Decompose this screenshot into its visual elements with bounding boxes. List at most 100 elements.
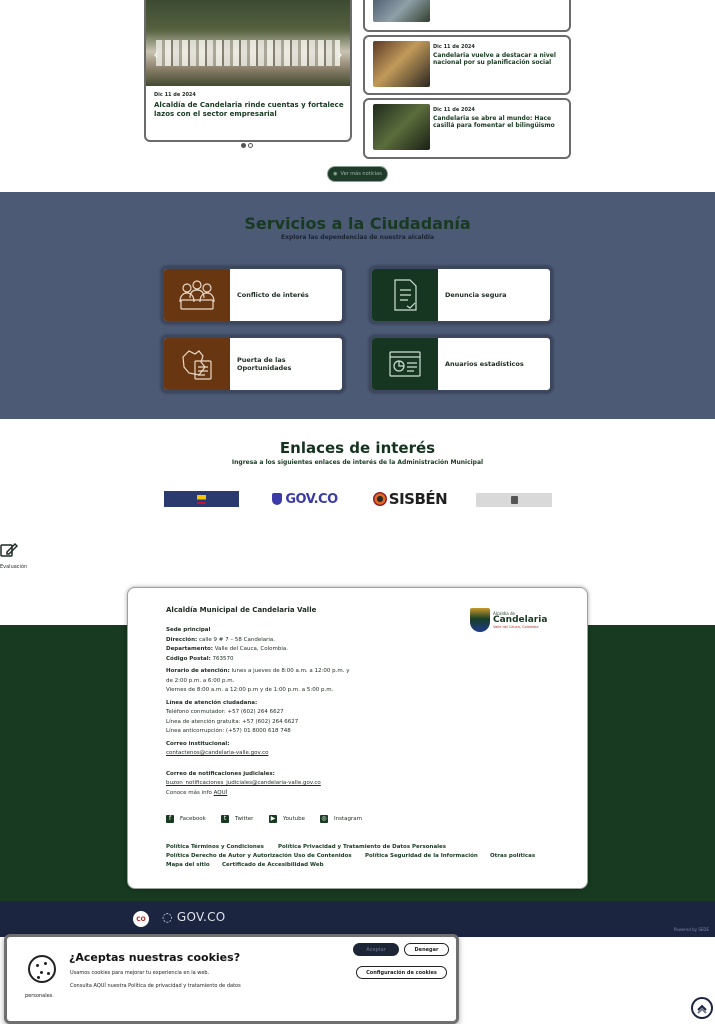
policy-security-link[interactable]: Política Seguridad de la Información [365, 853, 478, 859]
edit-icon [0, 542, 19, 557]
hours-label: Horario de atención: [166, 668, 230, 674]
email-heading: Correo institucional: [166, 740, 230, 747]
slider-title[interactable]: Alcaldía de Candelaria rinde cuentas y f… [154, 101, 344, 119]
cookie-settings-button[interactable]: Configuración de cookies [356, 966, 447, 979]
policy-other-link[interactable]: Otras políticas [490, 853, 535, 859]
social-label: Youtube [283, 816, 305, 822]
youtube-link[interactable]: ▶ Youtube [269, 815, 305, 823]
address-label: Dirección: [166, 636, 198, 643]
service-label: Conflicto de interés [237, 291, 309, 299]
slider-dot[interactable] [241, 143, 246, 148]
footer-entity-name: Alcaldía Municipal de Candelaria Valle [166, 606, 317, 614]
sisben-logo-link[interactable]: SISBÉN [371, 489, 449, 509]
accessibility-certificate-link[interactable]: Certificado de Accesibilidad Web [222, 862, 324, 868]
service-card-oportunidades[interactable]: Puerta de las Oportunidades [161, 335, 345, 393]
news-card-title[interactable]: Candelaria se abre al mundo: Hace casill… [433, 115, 563, 129]
news-card-date: Dic 11 de 2024 [433, 44, 475, 50]
instagram-link[interactable]: ◎ Instagram [320, 815, 362, 823]
govco-logo-link[interactable]: GOV.CO [266, 489, 344, 509]
policy-terms-link[interactable]: Política Términos y Condiciones [166, 844, 264, 850]
services-subtitle: Explora las dependencias de nuestra alca… [280, 234, 435, 241]
deny-cookies-button[interactable]: Denegar [404, 943, 449, 956]
procuraduria-logo-link[interactable] [476, 493, 552, 507]
candelaria-logo[interactable]: Alcaldía de Candelaria Valle del Cauca, … [470, 608, 547, 632]
govco-bar: CO ◌ GOV.CO Powered by SEDE [0, 901, 715, 937]
slider-photo [146, 0, 350, 86]
news-section: ‹ › Dic 11 de 2024 Alcaldía de Candelari… [0, 0, 715, 192]
accept-cookies-button[interactable]: Aceptar [353, 943, 399, 956]
news-card[interactable] [363, 0, 571, 32]
sisben-flower-icon [372, 492, 387, 506]
logo-line-2: Candelaria [493, 615, 548, 625]
more-news-button[interactable]: ◉ Ver más noticias [327, 166, 388, 182]
service-card-denuncia[interactable]: Denuncia segura [369, 266, 553, 324]
colombia-flag-icon [197, 494, 206, 504]
twitter-link[interactable]: t Twitter [221, 815, 253, 823]
social-label: Instagram [334, 816, 362, 822]
dept-label: Departamento: [166, 646, 213, 652]
service-label: Denuncia segura [445, 291, 507, 299]
co-badge-icon[interactable]: CO [133, 911, 149, 927]
feedback-widget[interactable]: Evaluación [0, 542, 40, 570]
postal-value: 763570 [212, 655, 234, 662]
policy-copyright-link[interactable]: Política Derecho de Autor y Autorización… [166, 853, 352, 859]
cookie-icon [28, 955, 56, 983]
news-card[interactable]: Dic 11 de 2024 Candelaria se abre al mun… [363, 98, 571, 159]
slider-prev-arrow-icon[interactable]: ‹ [149, 48, 163, 64]
hours-line-1: lunes a jueves de 8:00 a.m. a 12:00 p.m.… [231, 668, 350, 674]
govco-logo-text: GOV.CO [285, 491, 338, 507]
dept-value: Valle del Cauca, Colombia. [214, 646, 288, 652]
cookie-text: Usamos cookies para mejorar tu experienc… [70, 970, 210, 976]
back-to-top-button[interactable] [691, 997, 713, 1019]
phone-line-1: Teléfono conmutador: +57 (602) 264 6627 [166, 709, 284, 715]
cookie-policy-text[interactable]: Consulta AQUÍ nuestra Política de privac… [70, 983, 241, 989]
presidencia-logo-link[interactable] [164, 491, 239, 507]
document-icon [372, 269, 438, 321]
phone-line-3: Línea anticorrupción: (+57) 01 8000 618 … [166, 728, 291, 734]
footer-card: Alcaldía Municipal de Candelaria Valle A… [127, 587, 588, 889]
services-title: Servicios a la Ciudadanía [244, 214, 471, 233]
stats-document-icon [372, 338, 438, 390]
judicial-email-link[interactable]: buzon_notificaciones_judiciales@candelar… [166, 779, 350, 789]
sitemap-link[interactable]: Mapa del sitio [166, 862, 210, 868]
more-info-link[interactable]: AQUÍ [214, 790, 228, 796]
map-document-icon [164, 338, 230, 390]
news-card[interactable]: Dic 11 de 2024 Candelaria vuelve a desta… [363, 35, 571, 95]
news-card-thumbnail [373, 104, 430, 150]
social-label: Facebook [180, 816, 206, 822]
links-title: Enlaces de interés [279, 439, 436, 457]
services-section: Servicios a la Ciudadanía Explora las de… [0, 192, 715, 419]
phone-line-2: Línea de atención gratuita: +57 (602) 26… [166, 718, 299, 725]
slider-dot[interactable] [248, 143, 253, 148]
lines-heading: Línea de atención ciudadana: [166, 699, 258, 706]
cookie-policy-text-end: personales. [25, 993, 54, 999]
youtube-icon: ▶ [269, 815, 277, 823]
slider-date: Dic 11 de 2024 [154, 92, 196, 98]
chevron-up-icon [697, 1004, 707, 1014]
news-card-title[interactable]: Candelaria vuelve a destacar a nivel nac… [433, 52, 563, 66]
feedback-label: Evaluación [0, 564, 28, 570]
people-desk-icon [164, 269, 230, 321]
news-slider[interactable]: ‹ › Dic 11 de 2024 Alcaldía de Candelari… [144, 0, 352, 142]
address-value: calle 9 # 7 – 58 Candelaria. [198, 636, 276, 643]
cookie-title: ¿Aceptas nuestras cookies? [69, 951, 241, 964]
institutional-email-link[interactable]: contactenos@candelaria-valle.gov.co [166, 749, 350, 759]
service-label: Anuarios estadísticos [445, 360, 524, 368]
procuraduria-emblem-icon [510, 496, 518, 504]
candelaria-shield-icon [470, 608, 490, 632]
service-card-conflicto[interactable]: Conflicto de interés [161, 266, 345, 324]
slider-next-arrow-icon[interactable]: › [333, 48, 347, 64]
hours-line-3: Viernes de 8:00 a.m. a 12:00 p.m y de 1:… [166, 687, 334, 693]
govco-link[interactable]: ◌ GOV.CO [162, 910, 226, 924]
service-card-anuarios[interactable]: Anuarios estadísticos [369, 335, 553, 393]
policy-privacy-link[interactable]: Política Privacidad y Tratamiento de Dat… [278, 844, 446, 850]
slider-dots [241, 143, 253, 148]
instagram-icon: ◎ [320, 815, 328, 823]
cookie-banner: ¿Aceptas nuestras cookies? Usamos cookie… [4, 934, 459, 1024]
news-card-thumbnail [373, 0, 430, 22]
facebook-link[interactable]: f Facebook [166, 815, 206, 823]
links-subtitle: Ingresa a los siguientes enlaces de inte… [231, 459, 484, 466]
more-info-text: Conoce más info [166, 789, 212, 796]
footer-contact-block: Sede principal Dirección: calle 9 # 7 – … [166, 626, 350, 798]
sede-heading: Sede principal [166, 627, 211, 633]
